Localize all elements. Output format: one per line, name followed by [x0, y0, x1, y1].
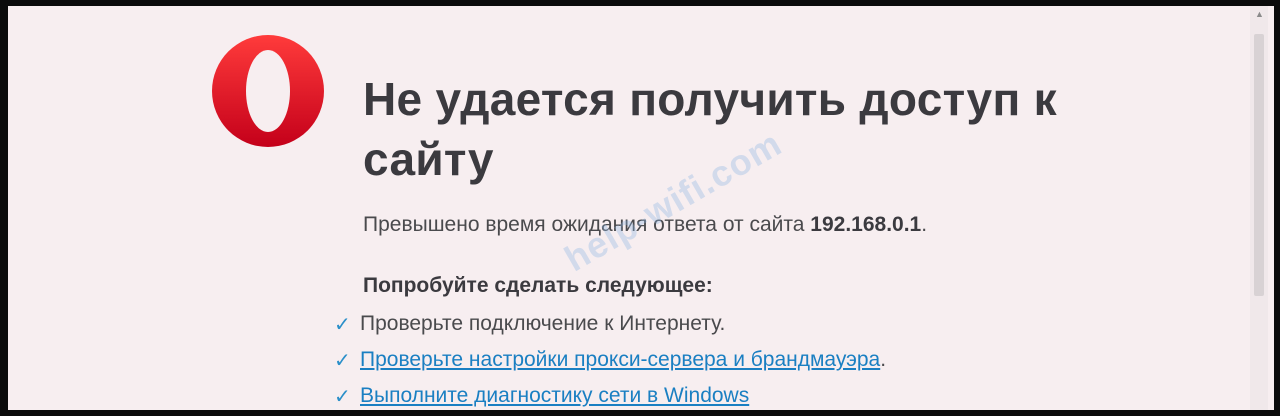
suggestions-list: ✓ Проверьте подключение к Интернету. ✓ П… [334, 306, 886, 410]
scroll-up-icon[interactable]: ▲ [1255, 10, 1264, 19]
list-item: ✓ Выполните диагностику сети в Windows [334, 378, 886, 410]
check-icon: ✓ [334, 349, 351, 372]
suggestions-heading: Попробуйте сделать следующее: [363, 274, 713, 297]
error-suffix: . [921, 213, 928, 236]
suggestion-check-connection: Проверьте подключение к Интернету. [360, 312, 726, 335]
check-icon: ✓ [334, 385, 351, 408]
list-item: ✓ Проверьте настройки прокси-сервера и б… [334, 342, 886, 378]
windows-network-diagnostics-link[interactable]: Выполните диагностику сети в Windows [360, 384, 749, 408]
browser-page: Не удается получить доступ к сайту Превы… [8, 6, 1274, 410]
scrollbar-thumb[interactable] [1254, 34, 1264, 296]
list-item: ✓ Проверьте подключение к Интернету. [334, 306, 886, 342]
opera-logo-icon [210, 33, 326, 149]
vertical-scrollbar[interactable]: ▲ [1250, 6, 1268, 410]
check-icon: ✓ [334, 313, 351, 336]
error-host: 192.168.0.1 [810, 213, 922, 236]
suggestion-tail: . [880, 348, 887, 371]
proxy-firewall-settings-link[interactable]: Проверьте настройки прокси-сервера и бра… [360, 348, 880, 372]
